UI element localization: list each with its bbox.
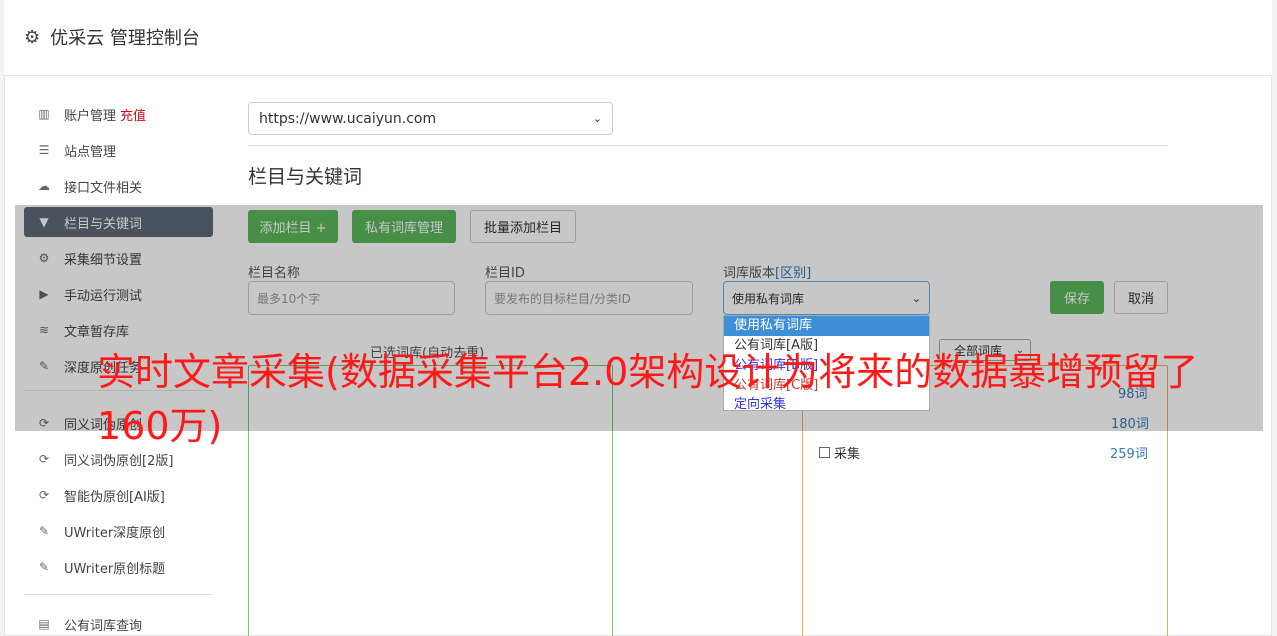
app-title: ⚙ 优采云 管理控制台 xyxy=(24,24,200,50)
sidebar-item-label: 站点管理 xyxy=(64,144,117,160)
sidebar-item-account[interactable]: ▥ 账户管理 充值 xyxy=(24,99,213,129)
site-select[interactable]: https://www.ucaiyun.com ⌄ xyxy=(248,102,613,135)
sidebar-item-label: 公有词库查询 xyxy=(64,618,143,634)
book-icon: ▤ xyxy=(38,617,50,631)
dropdown-option[interactable]: 使用私有词库 xyxy=(724,316,929,336)
edit-icon: ✎ xyxy=(38,560,50,574)
sidebar-item-uwriter-title[interactable]: ✎ UWriter原创标题 xyxy=(24,552,213,582)
sidebar-item-public-lexicon[interactable]: ▤ 公有词库查询 xyxy=(24,609,213,636)
bar-chart-icon: ▥ xyxy=(38,107,50,121)
sidebar-divider xyxy=(24,594,213,595)
sidebar-item-label: 接口文件相关 xyxy=(64,180,143,196)
sidebar-item-label: UWriter原创标题 xyxy=(64,561,166,577)
refresh-icon: ⟳ xyxy=(38,488,50,502)
recharge-link[interactable]: 充值 xyxy=(120,105,146,124)
refresh-icon: ⟳ xyxy=(38,452,50,466)
sidebar-item-interface[interactable]: ☁ 接口文件相关 xyxy=(24,171,213,201)
sidebar-item-label: 账户管理 xyxy=(64,108,117,124)
chevron-down-icon: ⌄ xyxy=(592,112,602,125)
cloud-upload-icon: ☁ xyxy=(38,179,50,193)
app-title-text: 优采云 管理控制台 xyxy=(50,28,200,49)
edit-icon: ✎ xyxy=(38,524,50,538)
sidebar-item-label: UWriter深度原创 xyxy=(64,525,166,541)
sidebar-item-uwriter-deep[interactable]: ✎ UWriter深度原创 xyxy=(24,516,213,546)
sidebar-item-label: 智能伪原创[AI版] xyxy=(64,489,165,505)
sidebar-item-sites[interactable]: ☰ 站点管理 xyxy=(24,135,213,165)
top-bar: ⚙ 优采云 管理控制台 xyxy=(4,0,1272,76)
divider xyxy=(248,145,1168,146)
page-title: 栏目与关键词 xyxy=(248,166,363,188)
site-select-value: https://www.ucaiyun.com xyxy=(259,110,437,127)
sidebar-item-ai-rewrite[interactable]: ⟳ 智能伪原创[AI版] xyxy=(24,480,213,510)
overlay-headline: 实时文章采集(数据采集平台2.0架构设计为将来的数据暴增预留了160万) xyxy=(97,350,1199,448)
gear-icon: ⚙ xyxy=(24,26,41,48)
server-icon: ☰ xyxy=(38,143,50,157)
